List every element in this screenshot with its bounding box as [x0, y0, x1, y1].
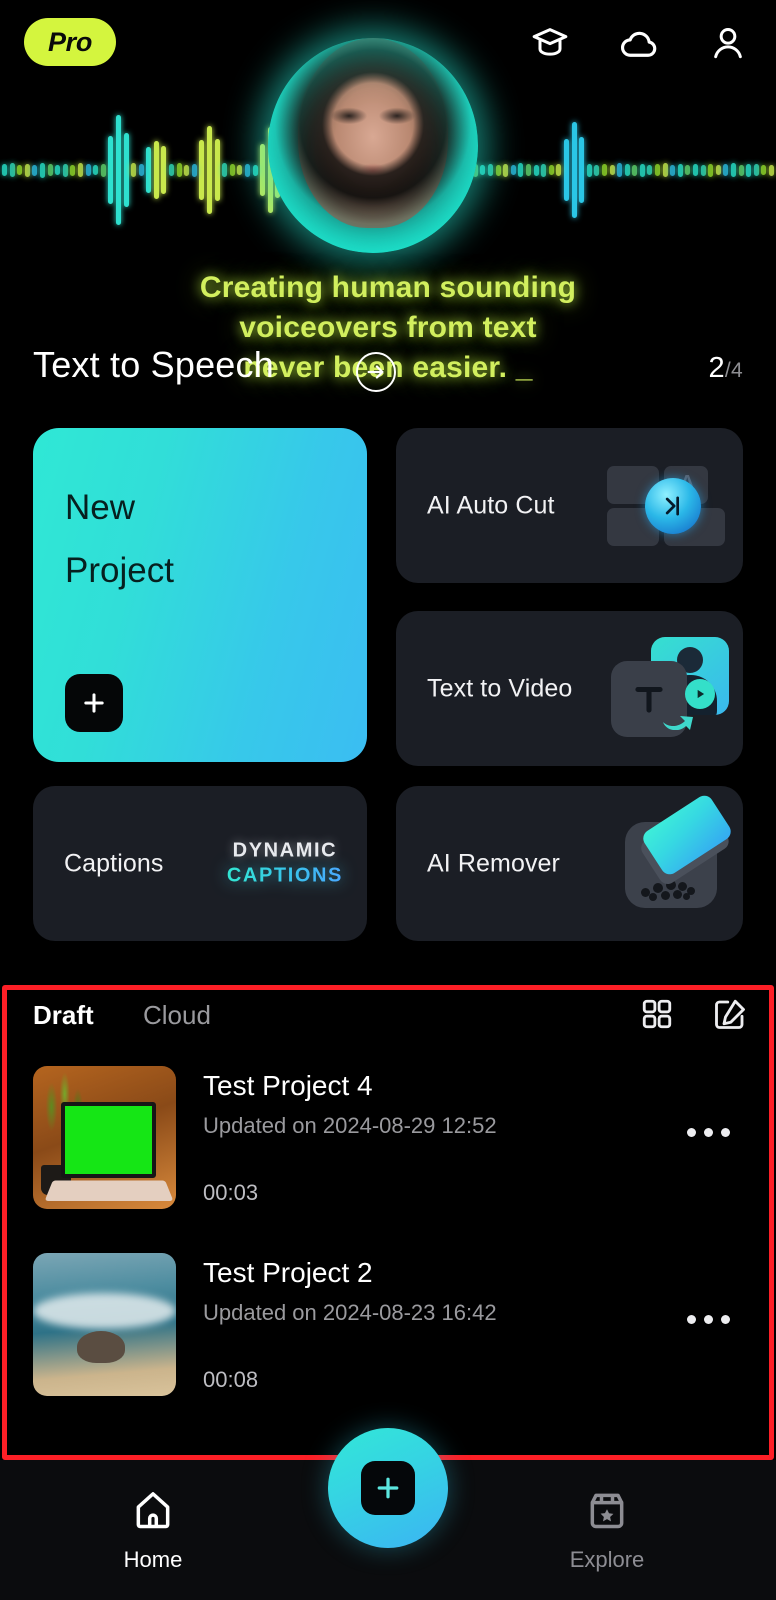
edit-square-icon[interactable] [712, 996, 748, 1037]
project-thumbnail [33, 1066, 176, 1209]
project-duration: 00:08 [203, 1367, 259, 1392]
pro-badge[interactable]: Pro [24, 18, 116, 66]
page-current: 2 [708, 352, 725, 384]
graduation-cap-icon[interactable] [530, 23, 570, 68]
bottom-navigation: Home Explore [0, 1428, 776, 1600]
captions-art-line-2: CAPTIONS [227, 864, 343, 890]
more-options-icon[interactable] [687, 1128, 730, 1137]
captions-art-line-1: DYNAMIC [232, 838, 338, 861]
text-to-video-card[interactable]: Text to Video [396, 611, 743, 766]
ai-remover-label: AI Remover [427, 849, 560, 877]
project-thumbnail [33, 1253, 176, 1396]
drafts-list: Test Project 4 Updated on 2024-08-29 12:… [0, 1058, 776, 1432]
app-screen: Creating human sounding voiceovers from … [0, 0, 776, 1600]
new-project-line-2: Project [65, 551, 174, 590]
tab-draft[interactable]: Draft [33, 1000, 94, 1031]
ai-auto-cut-icon: A [607, 464, 725, 548]
nav-label-explore: Explore [569, 1547, 645, 1572]
ai-auto-cut-card[interactable]: AI Auto Cut A [396, 428, 743, 583]
avatar-glow [268, 38, 478, 253]
ai-auto-cut-label: AI Auto Cut [427, 491, 555, 519]
home-icon [136, 1492, 170, 1529]
more-options-icon[interactable] [687, 1315, 730, 1324]
ai-remover-icon [621, 791, 735, 916]
nav-item-explore[interactable]: Explore [532, 1488, 682, 1573]
hero-caption-line-2: voiceovers from text [239, 310, 537, 344]
list-item[interactable]: Test Project 4 Updated on 2024-08-29 12:… [0, 1058, 776, 1245]
project-updated: Updated on 2024-08-23 16:42 [203, 1300, 497, 1325]
new-project-label: New Project [65, 476, 174, 602]
feature-bottom-row: Captions DYNAMIC CAPTIONS AI Remover [33, 786, 743, 941]
new-project-card[interactable]: New Project [33, 428, 367, 762]
dynamic-captions-icon: DYNAMIC CAPTIONS [227, 838, 343, 889]
explore-bag-icon [590, 1493, 624, 1529]
arrow-right-circle-icon[interactable] [356, 352, 396, 392]
page-total: /4 [724, 359, 743, 382]
create-fab-button[interactable] [328, 1428, 448, 1548]
new-project-line-1: New [65, 488, 136, 527]
text-to-video-icon [609, 636, 729, 741]
grid-view-icon[interactable] [640, 997, 674, 1036]
nav-item-home[interactable]: Home [78, 1488, 228, 1573]
captions-card[interactable]: Captions DYNAMIC CAPTIONS [33, 786, 367, 941]
cloud-icon[interactable] [618, 22, 660, 69]
header-icons [530, 22, 748, 69]
project-updated: Updated on 2024-08-29 12:52 [203, 1113, 497, 1138]
hero-title: Text to Speech [33, 344, 274, 385]
carousel-page-indicator: 2/4 [708, 352, 743, 385]
tab-cloud[interactable]: Cloud [143, 1000, 211, 1031]
profile-icon[interactable] [708, 23, 748, 68]
nav-label-home: Home [123, 1547, 183, 1572]
project-title: Test Project 2 [203, 1257, 373, 1288]
list-item[interactable]: Test Project 2 Updated on 2024-08-23 16:… [0, 1245, 776, 1432]
plus-icon[interactable] [65, 674, 123, 732]
feature-right-column: AI Auto Cut A Text to Video [396, 428, 743, 766]
plus-icon [361, 1461, 415, 1515]
ai-remover-card[interactable]: AI Remover [396, 786, 743, 941]
hero-caption-line-1: Creating human sounding [199, 271, 577, 304]
pro-badge-label: Pro [47, 26, 93, 57]
text-to-video-label: Text to Video [427, 674, 573, 702]
drafts-header: Draft Cloud [0, 997, 776, 1062]
project-duration: 00:03 [203, 1180, 259, 1205]
captions-label: Captions [64, 849, 164, 877]
hero-avatar [268, 38, 478, 253]
project-title: Test Project 4 [203, 1070, 373, 1101]
